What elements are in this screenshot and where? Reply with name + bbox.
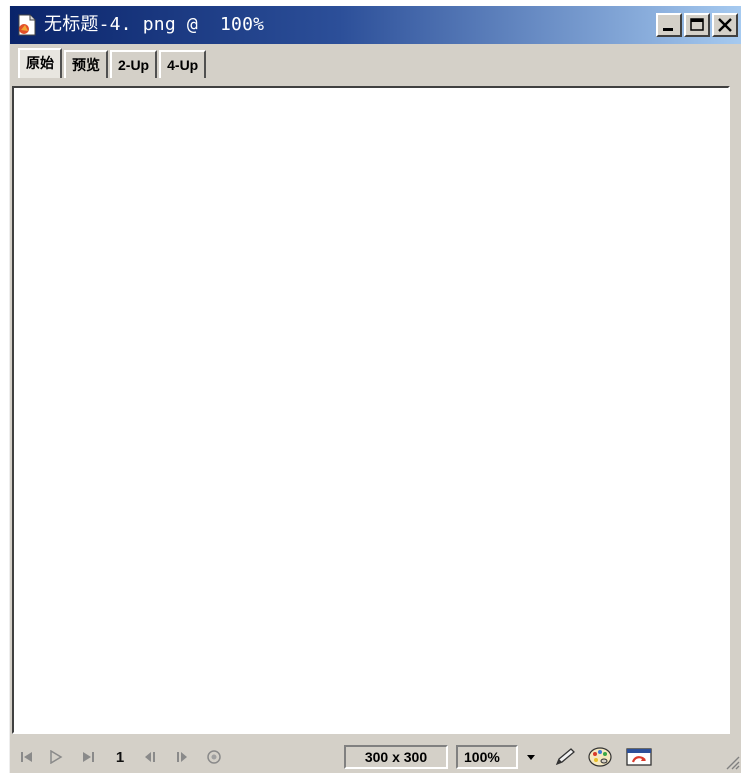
zoom-dropdown-button[interactable] <box>522 745 540 769</box>
window-title: 无标题-4. png @ 100% <box>44 14 265 35</box>
chevron-down-icon <box>527 755 535 760</box>
minimize-button[interactable] <box>656 13 682 37</box>
minimize-icon <box>663 28 673 31</box>
frame-number: 1 <box>115 748 125 766</box>
tab-4-up[interactable]: 4-Up <box>159 50 207 78</box>
zoom-level[interactable]: 100% <box>456 745 518 769</box>
view-tabs: 原始 预览 2-Up 4-Up <box>18 48 207 80</box>
tab-2-up[interactable]: 2-Up <box>110 50 158 78</box>
palette-button[interactable] <box>586 745 614 769</box>
play-button[interactable] <box>44 745 68 769</box>
last-frame-icon <box>83 752 94 762</box>
palette-icon <box>588 747 612 767</box>
document-icon <box>16 14 38 36</box>
first-frame-button[interactable] <box>16 745 38 769</box>
preview-in-browser-icon <box>626 748 652 766</box>
image-size-readout: 300 x 300 <box>344 745 448 769</box>
previous-frame-icon <box>145 752 155 762</box>
window-controls <box>656 13 738 37</box>
pencil-icon <box>555 748 575 766</box>
stop-button[interactable] <box>202 745 226 769</box>
play-icon <box>50 750 63 764</box>
next-frame-button[interactable] <box>170 745 194 769</box>
close-icon <box>718 18 732 32</box>
document-canvas[interactable] <box>62 130 682 690</box>
tab-preview[interactable]: 预览 <box>64 50 108 78</box>
status-bar: 1 300 x 300 100% <box>10 742 741 772</box>
canvas-area[interactable] <box>12 86 730 734</box>
preview-in-browser-button[interactable] <box>624 745 656 769</box>
title-bar[interactable]: 无标题-4. png @ 100% <box>10 6 741 44</box>
close-button[interactable] <box>712 13 738 37</box>
first-frame-icon <box>21 752 32 762</box>
next-frame-icon <box>177 752 187 762</box>
edit-button[interactable] <box>552 745 578 769</box>
tab-original[interactable]: 原始 <box>18 48 62 78</box>
maximize-button[interactable] <box>684 13 710 37</box>
last-frame-button[interactable] <box>76 745 100 769</box>
document-window: 无标题-4. png @ 100% 原始 预览 2-Up 4-Up 1 300 … <box>9 6 741 773</box>
resize-grip[interactable] <box>722 752 740 770</box>
maximize-icon <box>690 18 704 31</box>
resize-grip-icon <box>726 756 740 770</box>
stop-icon <box>207 750 221 764</box>
previous-frame-button[interactable] <box>138 745 162 769</box>
